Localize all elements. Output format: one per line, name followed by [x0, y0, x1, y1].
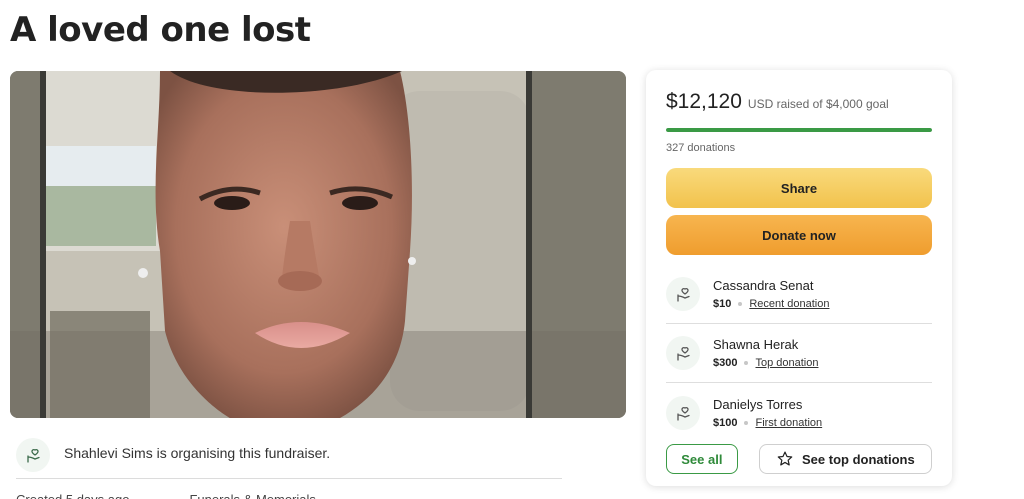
organiser-text: Shahlevi Sims is organising this fundrai… — [64, 444, 331, 461]
campaign-photo — [10, 71, 626, 418]
raised-amount: $12,120 — [666, 90, 742, 113]
page-title: A loved one lost — [10, 10, 311, 50]
donation-card: $12,120 USD raised of $4,000 goal 327 do… — [646, 70, 952, 486]
organiser-row: Shahlevi Sims is organising this fundrai… — [16, 431, 562, 479]
separator-dot — [744, 420, 749, 425]
campaign-meta: Created 5 days ago Funerals & Memorials — [16, 489, 562, 499]
donor-name: Cassandra Senat — [713, 278, 814, 293]
donor-amount: $100 — [713, 416, 738, 429]
see-top-donations-button[interactable]: See top donations — [758, 444, 932, 474]
raised-summary: $12,120 USD raised of $4,000 goal — [666, 90, 932, 114]
donor-avatar — [666, 336, 700, 370]
heart-hand-icon — [677, 288, 690, 302]
created-date: Created 5 days ago — [16, 491, 130, 499]
separator-dot — [738, 302, 743, 306]
donor-avatar — [666, 395, 700, 430]
donor-item: Cassandra Senat $10 Recent donation — [666, 265, 932, 324]
progress-bar — [666, 128, 932, 132]
donor-tag-link[interactable]: Top donation — [755, 357, 818, 369]
donor-tag-link[interactable]: Recent donation — [749, 298, 829, 310]
donor-amount: $10 — [713, 298, 732, 310]
donor-name: Danielys Torres — [713, 396, 803, 412]
donor-item: Shawna Herak $300 Top donation — [666, 324, 932, 383]
donor-actions: See all See top donations — [666, 444, 932, 474]
separator-dot — [744, 361, 749, 365]
heart-hand-icon — [27, 448, 40, 463]
raised-goal-text: USD raised of $4,000 goal — [747, 97, 889, 111]
see-top-donations-label: See top donations — [802, 451, 915, 467]
heart-hand-icon — [677, 406, 690, 421]
category-link[interactable]: Funerals & Memorials — [189, 489, 315, 499]
star-icon — [777, 451, 793, 466]
donor-amount: $300 — [713, 357, 738, 369]
donate-now-button[interactable]: Donate now — [666, 215, 932, 255]
donor-avatar — [666, 277, 700, 311]
organiser-avatar — [16, 437, 50, 472]
donor-item: Danielys Torres $100 First donation — [666, 383, 932, 442]
heart-hand-icon — [677, 347, 690, 361]
donor-name: Shawna Herak — [713, 337, 799, 352]
donor-list: Cassandra Senat $10 Recent donation Shaw… — [666, 265, 932, 442]
donation-count: 327 donations — [666, 142, 736, 154]
share-button[interactable]: Share — [666, 168, 932, 208]
see-all-button[interactable]: See all — [666, 444, 738, 474]
progress-fill — [666, 128, 932, 132]
donor-tag-link[interactable]: First donation — [755, 417, 822, 429]
